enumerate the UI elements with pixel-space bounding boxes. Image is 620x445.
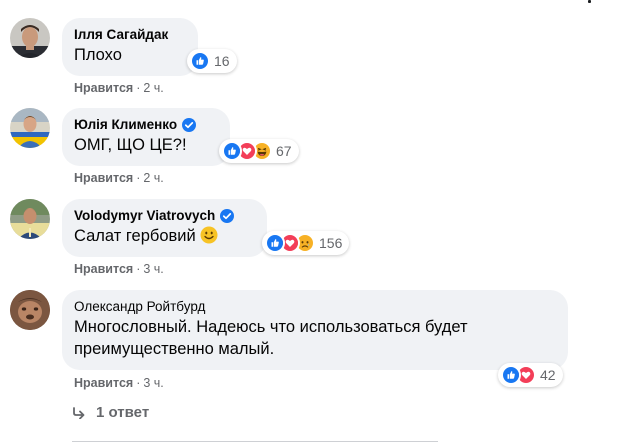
comment-author[interactable]: Олександр Ройтбурд: [74, 298, 556, 315]
comment-bubble: Юлія Клименко ОМГ, ЩО ЦЕ?!: [62, 108, 230, 166]
top-edge-mark: [588, 0, 591, 3]
comment-bubble: Олександр Ройтбурд Многословный. Надеюсь…: [62, 290, 568, 370]
reply-arrow-icon: [73, 406, 85, 419]
comment-text-body: Салат гербовий: [74, 227, 196, 245]
comment-text-line-1: Многословный. Надеюсь что использоваться…: [74, 318, 468, 336]
like-link[interactable]: Нравится: [74, 376, 133, 390]
comment-text: ОМГ, ЩО ЦЕ?!: [74, 136, 187, 154]
reaction-count: 16: [214, 53, 230, 69]
avatar[interactable]: [10, 290, 50, 330]
smile-emoji-icon: [200, 226, 218, 244]
avatar[interactable]: [10, 199, 50, 239]
comment-author[interactable]: Volodymyr Viatrovych: [74, 207, 255, 224]
comment-meta: Нравится · 3 ч.: [74, 376, 164, 390]
replies-count-label: 1 ответ: [96, 404, 150, 421]
timestamp[interactable]: 3 ч.: [143, 262, 163, 276]
comment-author[interactable]: Юлія Клименко: [74, 116, 218, 133]
meta-separator: ·: [136, 376, 141, 390]
meta-separator: ·: [136, 171, 141, 185]
reaction-summary[interactable]: 42: [498, 363, 563, 387]
comment-meta: Нравится · 3 ч.: [74, 262, 164, 276]
like-reaction-icon: [501, 365, 521, 385]
divider: [72, 441, 438, 442]
reaction-count: 67: [276, 143, 292, 159]
timestamp[interactable]: 2 ч.: [143, 171, 163, 185]
comment-text: Салат гербовий: [74, 225, 255, 247]
reaction-count: 42: [540, 367, 556, 383]
comment-meta: Нравится · 2 ч.: [74, 171, 164, 185]
reaction-summary[interactable]: 16: [187, 49, 237, 73]
timestamp[interactable]: 3 ч.: [143, 376, 163, 390]
comment-text: Плохо: [74, 46, 122, 64]
reaction-summary[interactable]: 67: [219, 139, 299, 163]
like-link[interactable]: Нравится: [74, 262, 133, 276]
verified-badge-icon: [182, 117, 197, 132]
comment-text-line-2: преимущественно малый.: [74, 340, 275, 358]
like-link[interactable]: Нравится: [74, 171, 133, 185]
like-reaction-icon: [222, 141, 242, 161]
comment-meta: Нравится · 2 ч.: [74, 81, 164, 95]
meta-separator: ·: [136, 81, 141, 95]
view-replies-link[interactable]: 1 ответ: [72, 404, 149, 421]
comment-bubble: Volodymyr Viatrovych Салат гербовий: [62, 199, 267, 257]
verified-badge-icon: [220, 208, 235, 223]
like-reaction-icon: [265, 233, 285, 253]
reaction-summary[interactable]: 156: [262, 231, 350, 255]
reaction-count: 156: [319, 235, 343, 251]
comment-bubble: Ілля Сагайдак Плохо: [62, 18, 198, 76]
avatar[interactable]: [10, 108, 50, 148]
avatar[interactable]: [10, 18, 50, 58]
like-reaction-icon: [190, 51, 210, 71]
timestamp[interactable]: 2 ч.: [143, 81, 163, 95]
like-link[interactable]: Нравится: [74, 81, 133, 95]
comment-author[interactable]: Ілля Сагайдак: [74, 26, 186, 43]
meta-separator: ·: [136, 262, 141, 276]
